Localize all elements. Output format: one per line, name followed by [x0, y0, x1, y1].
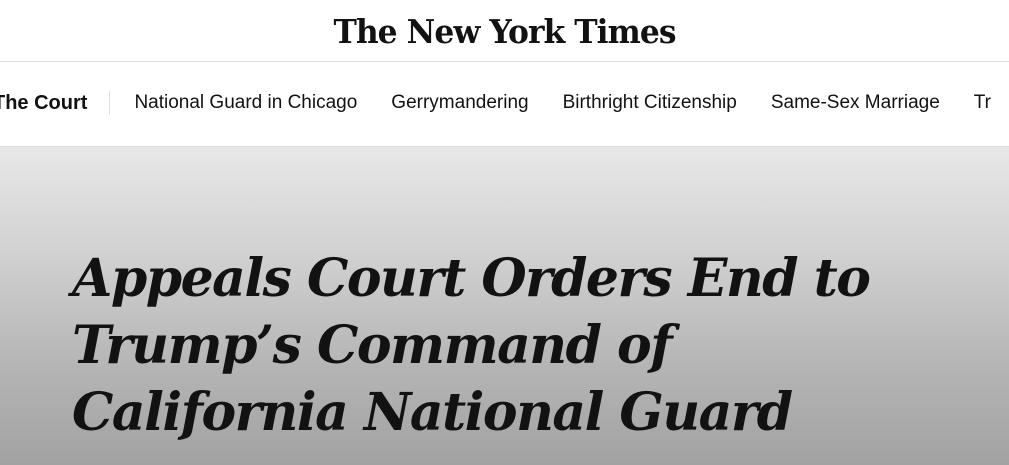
topic-nav-item-birthright-citizenship[interactable]: Birthright Citizenship: [563, 92, 737, 114]
topic-nav-track: The Court National Guard in Chicago Gerr…: [0, 91, 1009, 115]
topic-nav-item-same-sex-marriage[interactable]: Same-Sex Marriage: [771, 92, 940, 114]
topic-nav-current[interactable]: The Court: [0, 92, 109, 115]
article-headline: Appeals Court Orders End to Trump’s Comm…: [72, 248, 871, 443]
topic-nav-item-gerrymandering[interactable]: Gerrymandering: [391, 92, 528, 114]
topic-nav-item-truncated[interactable]: Tr: [974, 92, 991, 114]
topic-nav: The Court National Guard in Chicago Gerr…: [0, 62, 1009, 147]
article-hero: Appeals Court Orders End to Trump’s Comm…: [0, 147, 1009, 465]
nyt-logo[interactable]: The New York Times: [25, 8, 984, 56]
masthead: The New York Times: [0, 0, 1009, 62]
topic-nav-item-national-guard-chicago[interactable]: National Guard in Chicago: [134, 92, 357, 114]
topic-nav-divider: [109, 91, 111, 115]
